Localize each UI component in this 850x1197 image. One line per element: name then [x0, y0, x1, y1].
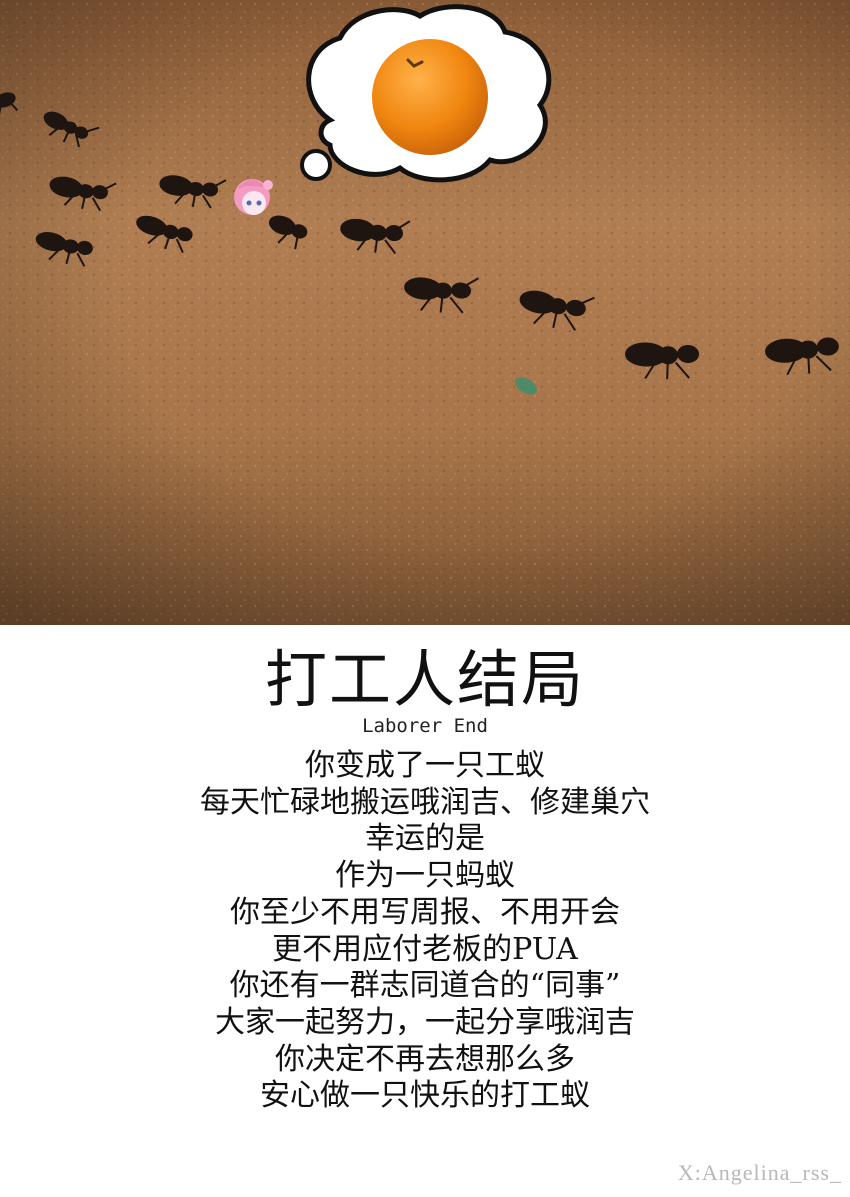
- poem-line: 更不用应付老板的PUA: [272, 931, 578, 967]
- page-title: 打工人结局: [264, 643, 585, 716]
- poem-line: 你变成了一只工蚁: [305, 748, 545, 783]
- poem-line: 作为一只蚂蚁: [335, 858, 515, 894]
- poem-line: 你还有一群志同道合的“同事”: [229, 968, 621, 1004]
- orange-icon: [372, 39, 488, 155]
- page-subtitle: Laborer End: [362, 715, 488, 737]
- poem-line: 安心做一只快乐的打工蚁: [260, 1078, 590, 1114]
- poem-text: 你变成了一只工蚁 每天忙碌地搬运哦润吉、修建巢穴 幸运的是 作为一只蚂蚁 你至少…: [0, 748, 850, 1115]
- ant-photo: [0, 0, 850, 625]
- photo-illustration: [0, 0, 850, 625]
- poem-line: 大家一起努力，一起分享哦润吉: [215, 1004, 635, 1040]
- poem-line: 你决定不再去想那么多: [275, 1041, 575, 1077]
- poem-line: 每天忙碌地搬运哦润吉、修建巢穴: [200, 784, 650, 820]
- poem-line: 幸运的是: [365, 821, 485, 857]
- watermark: X:Angelina_rss_: [677, 1160, 842, 1185]
- poem-line: 你至少不用写周报、不用开会: [230, 894, 620, 930]
